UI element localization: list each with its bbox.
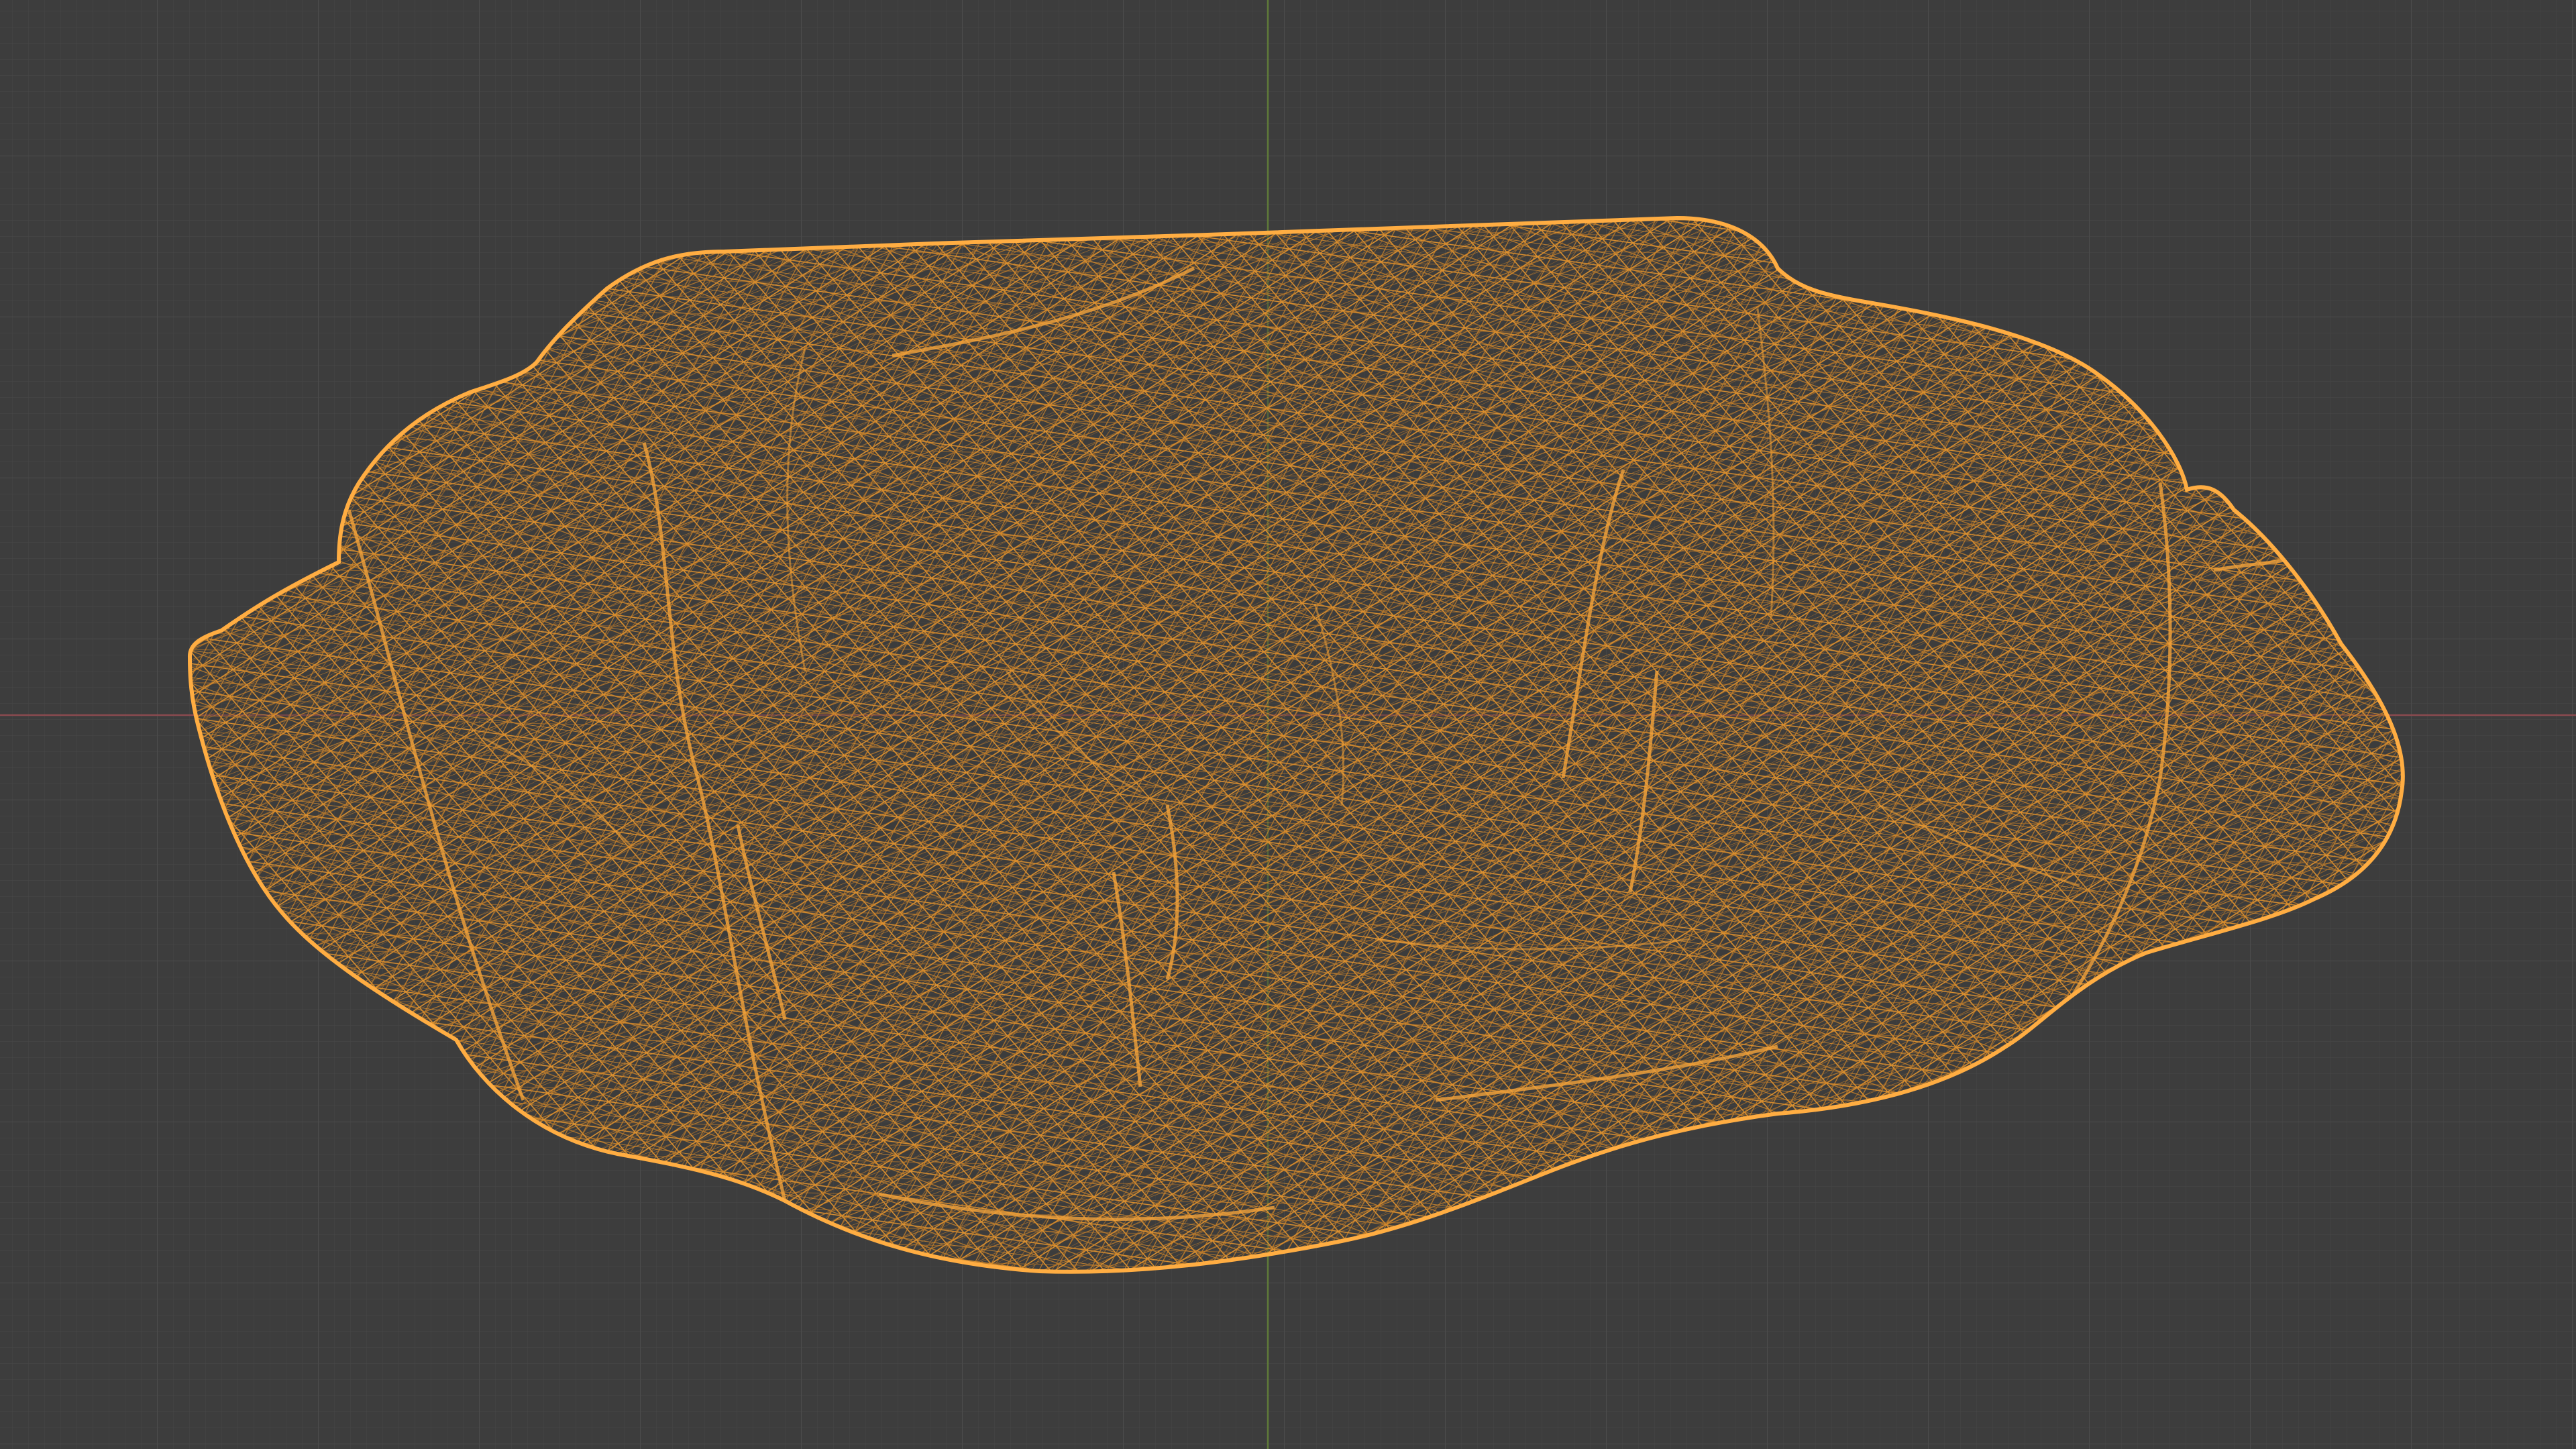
3d-viewport[interactable] — [0, 0, 2576, 1449]
viewport-canvas[interactable] — [0, 0, 2576, 1449]
